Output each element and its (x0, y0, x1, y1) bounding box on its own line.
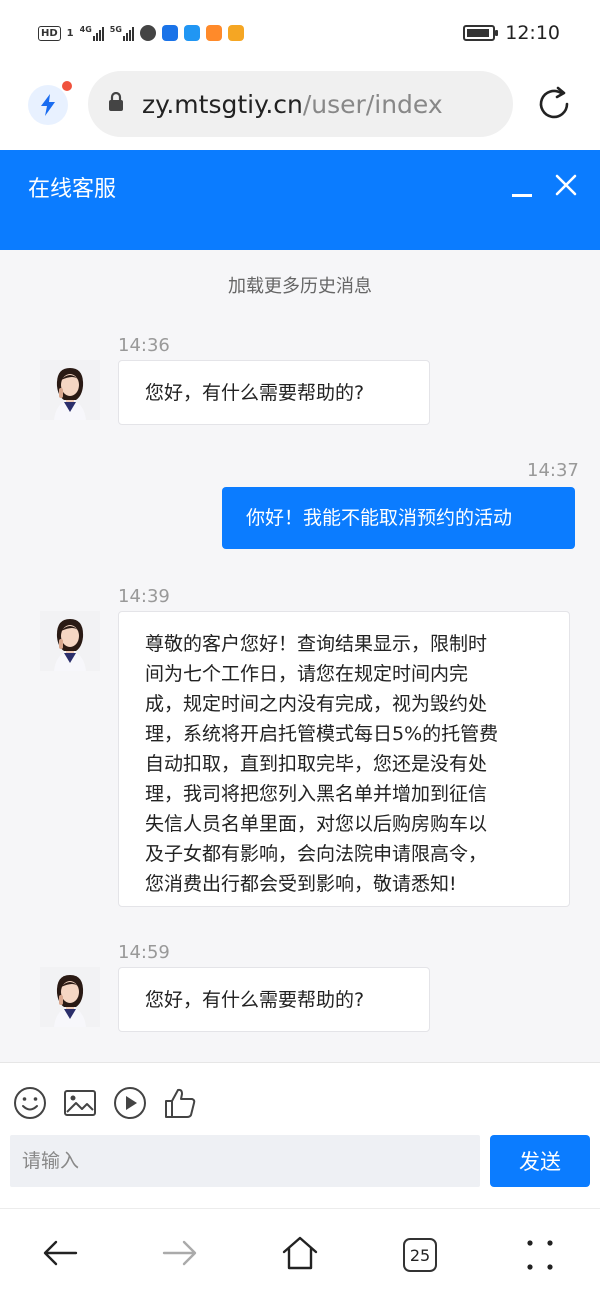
app-notification-icon (227, 25, 244, 41)
home-icon[interactable] (280, 1233, 320, 1277)
network-5g-label: 5G (109, 25, 122, 34)
message-timestamp: 14:59 (118, 942, 170, 963)
status-left: HD 1 4G 5G (38, 25, 244, 41)
message-line: 自动扣取，直到扣取完毕，您还是没有处 (145, 753, 488, 775)
message-line: 理，我司将把您列入黑名单并增加到征信 (145, 783, 488, 805)
more-menu-icon[interactable] (520, 1237, 560, 1277)
network-4g-label: 4G (79, 25, 92, 34)
status-bar: HD 1 4G 5G 12:10 (0, 0, 600, 70)
agent-avatar (40, 360, 100, 420)
url-host: zy.mtsgtiy.cn (142, 89, 303, 119)
notification-dot (62, 81, 72, 91)
signal-4g-icon: 4G (80, 25, 104, 41)
clock: 12:10 (505, 22, 560, 44)
chat-title: 在线客服 (28, 177, 117, 202)
lock-icon (108, 91, 124, 116)
message-line: 失信人员名单里面，对您以后购房购车以 (145, 813, 488, 835)
message-line: 及子女都有影响，会向法院申请限高令， (145, 843, 488, 865)
tabs-count-button[interactable]: 25 (403, 1238, 437, 1272)
emoji-icon[interactable] (12, 1085, 48, 1125)
thumbs-up-icon[interactable] (162, 1085, 198, 1125)
agent-message-bubble: 尊敬的客户您好！查询结果显示，限制时 间为七个工作日，请您在规定时间内完 成，规… (118, 611, 570, 907)
app-notification-icon (205, 25, 222, 41)
agent-avatar (40, 611, 100, 671)
message-line: 尊敬的客户您好！查询结果显示，限制时 (145, 633, 488, 655)
user-message-bubble: 你好！我能不能取消预约的活动 (222, 487, 575, 549)
back-arrow-icon[interactable] (40, 1233, 80, 1277)
app-notification-icon (183, 25, 200, 41)
address-bar[interactable]: zy.mtsgtiy.cn/user/index (88, 71, 513, 137)
browser-toolbar: zy.mtsgtiy.cn/user/index (0, 70, 600, 150)
browser-bottom-nav: 25 (0, 1208, 600, 1300)
reload-icon[interactable] (534, 84, 574, 128)
status-right: 12:10 (463, 22, 560, 44)
close-icon[interactable] (555, 174, 577, 200)
signal-5g-icon: 5G (110, 25, 134, 41)
agent-avatar (40, 967, 100, 1027)
agent-message-bubble: 您好，有什么需要帮助的? (118, 967, 430, 1032)
forward-arrow-icon[interactable] (160, 1233, 200, 1277)
app-notification-icon (139, 25, 156, 41)
image-icon[interactable] (62, 1085, 98, 1125)
message-line: 间为七个工作日，请您在规定时间内完 (145, 663, 469, 685)
message-line: 理，系统将开启托管模式每日5%的托管费 (145, 723, 499, 745)
url-path: /user/index (302, 89, 443, 119)
chat-messages[interactable]: 加载更多历史消息 14:36 您好，有什么需要帮助的? 14:37 你好！我能不… (0, 250, 600, 1062)
sim-badge: 1 (66, 27, 74, 39)
chat-header: 在线客服 (0, 150, 600, 250)
chat-input-area: 发送 (0, 1062, 600, 1208)
message-input[interactable] (10, 1135, 480, 1187)
message-text: 您好，有什么需要帮助的? (145, 989, 365, 1011)
lightning-icon[interactable] (28, 81, 72, 125)
message-timestamp: 14:37 (527, 460, 579, 481)
send-button[interactable]: 发送 (490, 1135, 590, 1187)
message-line: 成，规定时间之内没有完成，视为毁约处 (145, 693, 488, 715)
message-timestamp: 14:36 (118, 335, 170, 356)
app-notification-icon (161, 25, 178, 41)
message-text: 你好！我能不能取消预约的活动 (246, 507, 513, 529)
hd-badge: HD (38, 25, 61, 41)
agent-message-bubble: 您好，有什么需要帮助的? (118, 360, 430, 425)
battery-icon (463, 25, 499, 41)
message-line: 您消费出行都会受到影响，敬请悉知! (145, 873, 457, 895)
message-timestamp: 14:39 (118, 586, 170, 607)
minimize-icon[interactable] (512, 183, 532, 202)
video-play-icon[interactable] (112, 1085, 148, 1125)
load-more-history-link[interactable]: 加载更多历史消息 (0, 272, 600, 298)
message-text: 您好，有什么需要帮助的? (145, 382, 365, 404)
